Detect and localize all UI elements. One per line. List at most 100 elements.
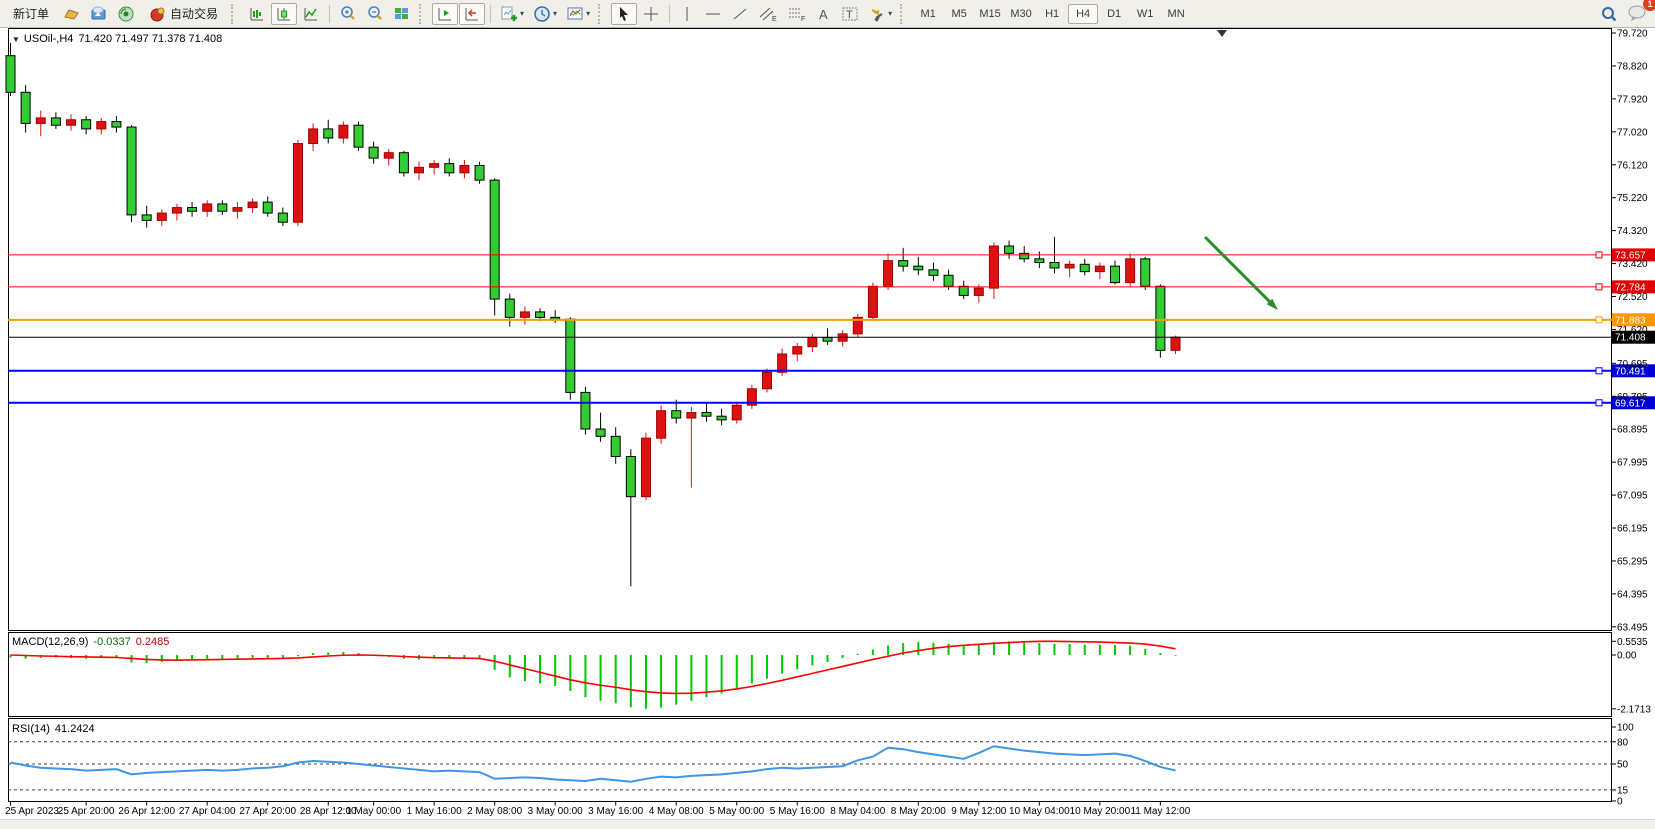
notification-badge: 1: [1643, 0, 1655, 11]
price-axis: 79.72078.82077.92077.02076.12075.22074.3…: [1612, 29, 1648, 634]
svg-text:9 May 12:00: 9 May 12:00: [951, 806, 1006, 817]
dropdown-caret-icon: ▾: [586, 9, 590, 18]
arrows-button[interactable]: ▾: [864, 3, 896, 25]
chart-ohlc-values: 71.420 71.497 71.378 71.408: [78, 33, 222, 45]
svg-text:15: 15: [1617, 785, 1629, 796]
svg-text:76.120: 76.120: [1617, 160, 1648, 171]
autotrading-button[interactable]: 自动交易: [140, 3, 227, 25]
dropdown-caret-icon: ▾: [520, 9, 524, 18]
status-strip: [0, 819, 1655, 829]
timeframe-button-M30[interactable]: M30: [1006, 4, 1036, 24]
zoom-out-button[interactable]: [362, 3, 388, 25]
svg-text:100: 100: [1617, 723, 1634, 734]
zoom-out-icon: [366, 5, 384, 23]
timeframe-button-M5[interactable]: M5: [944, 4, 974, 24]
svg-text:0.00: 0.00: [1617, 651, 1637, 662]
bar-chart-button[interactable]: [244, 3, 270, 25]
candlestick-chart-button[interactable]: [271, 3, 297, 25]
timeframe-button-H4[interactable]: H4: [1068, 4, 1098, 24]
text-label-icon: T: [841, 5, 859, 23]
equidistant-channel-button[interactable]: E: [754, 3, 782, 25]
arrows-icon: [868, 5, 886, 23]
svg-text:1 May 16:00: 1 May 16:00: [407, 806, 462, 817]
template-icon: [566, 5, 584, 23]
svg-text:63.495: 63.495: [1617, 622, 1648, 633]
svg-text:26 Apr 12:00: 26 Apr 12:00: [118, 806, 175, 817]
vertical-line-button[interactable]: [675, 3, 699, 25]
rsi-value: 41.2424: [55, 723, 95, 735]
trendline-icon: [731, 5, 749, 23]
fibonacci-icon: F: [787, 5, 807, 23]
community-button[interactable]: [86, 3, 112, 25]
toolbar-separator: [490, 5, 491, 23]
fibonacci-button[interactable]: F: [783, 3, 811, 25]
cursor-button[interactable]: [611, 3, 637, 25]
indicators-button[interactable]: ▾: [496, 3, 528, 25]
templates-button[interactable]: ▾: [562, 3, 594, 25]
line-chart-button[interactable]: [298, 3, 324, 25]
expand-caret-icon[interactable]: ▼: [12, 35, 20, 44]
trendline-button[interactable]: [727, 3, 753, 25]
svg-text:10 May 04:00: 10 May 04:00: [1009, 806, 1070, 817]
timeframe-button-D1[interactable]: D1: [1099, 4, 1129, 24]
horizontal-line-button[interactable]: [700, 3, 726, 25]
autotrading-icon: [149, 5, 167, 23]
text-label-button[interactable]: T: [837, 3, 863, 25]
svg-text:75.220: 75.220: [1617, 193, 1648, 204]
toolbar-grip: [598, 4, 606, 24]
search-button[interactable]: [1596, 3, 1622, 25]
chart-shift-button[interactable]: [459, 3, 485, 25]
timeframe-button-MN[interactable]: MN: [1161, 4, 1191, 24]
macd-indicator-label: MACD(12,26,9)-0.03370.2485: [12, 636, 169, 648]
toolbar-separator: [669, 5, 670, 23]
autotrading-label: 自动交易: [170, 5, 218, 22]
macd-signal-value: 0.2485: [136, 636, 170, 648]
price-chart-canvas[interactable]: 73.65772.78471.88371.40870.49169.61779.7…: [0, 28, 1655, 829]
svg-text:50: 50: [1617, 760, 1629, 771]
tile-windows-button[interactable]: [389, 3, 415, 25]
toolbar-grip: [900, 4, 908, 24]
search-icon: [1600, 5, 1618, 23]
timeframe-button-W1[interactable]: W1: [1130, 4, 1160, 24]
market-watch-button[interactable]: [59, 3, 85, 25]
dropdown-caret-icon: ▾: [888, 9, 892, 18]
signals-icon: [117, 5, 135, 23]
svg-text:79.720: 79.720: [1617, 29, 1648, 40]
clock-icon: [533, 5, 551, 23]
svg-text:80: 80: [1617, 737, 1629, 748]
timeframe-button-M15[interactable]: M15: [975, 4, 1005, 24]
svg-text:25 Apr 20:00: 25 Apr 20:00: [58, 806, 115, 817]
text-button[interactable]: A: [812, 3, 836, 25]
new-order-button[interactable]: 新订单: [4, 3, 58, 25]
dropdown-caret-icon: ▾: [553, 9, 557, 18]
svg-text:27 Apr 20:00: 27 Apr 20:00: [239, 806, 296, 817]
chart-title: ▼USOil-,H471.420 71.497 71.378 71.408: [12, 33, 222, 45]
auto-scroll-button[interactable]: [432, 3, 458, 25]
svg-text:11 May 12:00: 11 May 12:00: [1130, 806, 1190, 817]
time-axis: 25 Apr 202325 Apr 20:0026 Apr 12:0027 Ap…: [5, 802, 1191, 818]
svg-text:70.695: 70.695: [1617, 359, 1648, 370]
text-icon: A: [816, 5, 832, 23]
svg-text:0.5535: 0.5535: [1617, 637, 1648, 648]
svg-text:65.295: 65.295: [1617, 556, 1648, 567]
tile-windows-icon: [393, 5, 411, 23]
zoom-in-icon: [339, 5, 357, 23]
crosshair-button[interactable]: [638, 3, 664, 25]
toolbar-grip: [419, 4, 427, 24]
svg-text:77.920: 77.920: [1617, 94, 1648, 105]
svg-text:66.195: 66.195: [1617, 524, 1648, 535]
svg-text:5 May 16:00: 5 May 16:00: [770, 806, 825, 817]
cursor-icon: [615, 5, 633, 23]
candlestick-chart-icon: [275, 5, 293, 23]
zoom-in-button[interactable]: [335, 3, 361, 25]
signals-button[interactable]: [113, 3, 139, 25]
svg-text:8 May 20:00: 8 May 20:00: [891, 806, 946, 817]
crosshair-icon: [642, 5, 660, 23]
bar-chart-icon: [248, 5, 266, 23]
svg-text:69.795: 69.795: [1617, 392, 1648, 403]
svg-text:64.395: 64.395: [1617, 589, 1648, 600]
timeframe-button-H1[interactable]: H1: [1037, 4, 1067, 24]
svg-text:73.420: 73.420: [1617, 259, 1648, 270]
timeframe-button-M1[interactable]: M1: [913, 4, 943, 24]
periods-button[interactable]: ▾: [529, 3, 561, 25]
